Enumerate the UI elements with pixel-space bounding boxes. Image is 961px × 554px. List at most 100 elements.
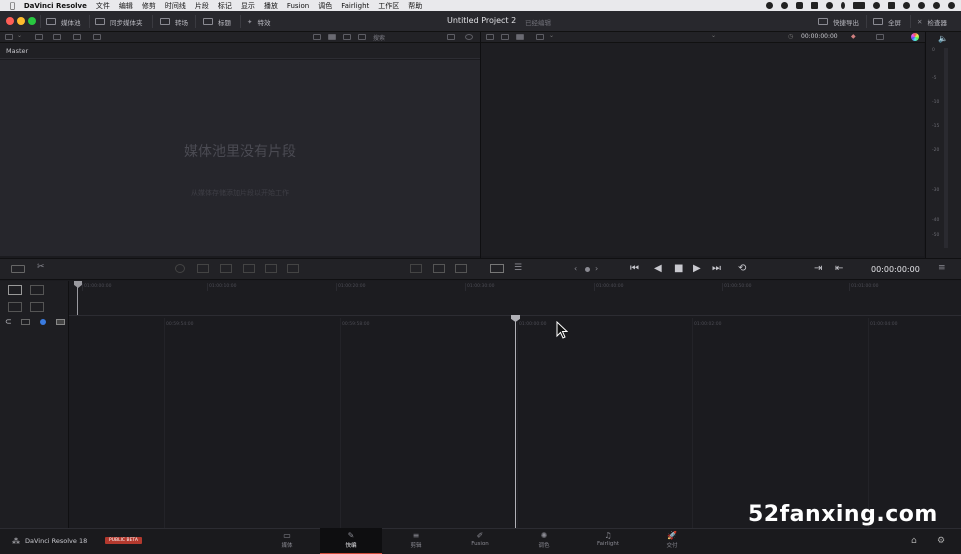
siri-icon[interactable] [948,2,955,9]
page-tab-5[interactable]: ♫ Fairlight [577,528,639,554]
chevron-left-icon[interactable]: ‹ [574,264,577,273]
sync-bin-button[interactable]: 同步媒体夹 [95,16,143,27]
position-lock-icon[interactable] [40,319,46,325]
viewer-timecode-top[interactable]: 00:00:00:00 [801,33,838,40]
timeline-view-icon[interactable] [410,264,422,273]
stop-icon[interactable]: ■ [674,263,683,274]
scissors-icon[interactable]: ✂ [37,262,45,272]
viewer-mode-icon[interactable] [501,34,509,40]
menu-playback[interactable]: 播放 [264,1,278,11]
menu-mark[interactable]: 标记 [218,1,232,11]
timeline-overview[interactable] [69,281,961,316]
menu-extra-icon[interactable] [826,2,833,9]
snap-icon[interactable]: ⊂ [5,317,12,326]
page-tab-4[interactable]: ✺ 调色 [513,528,575,554]
bin-header[interactable]: Master [0,43,480,59]
link-icon[interactable] [93,34,101,40]
battery-icon[interactable] [853,2,865,9]
menu-app-name[interactable]: DaVinci Resolve [24,2,87,10]
menu-icon[interactable]: ≡ [938,263,946,273]
color-icon[interactable]: ◆ [851,33,856,40]
search-label[interactable]: 搜索 [373,33,385,42]
effects-button[interactable]: ✦ 特效 [247,16,270,27]
flag-icon[interactable] [56,319,65,325]
panel-toggle-icon[interactable] [5,34,13,40]
viewer-timecode[interactable]: 00:00:00:00 [871,265,920,274]
menu-fairlight[interactable]: Fairlight [341,2,369,10]
timeline-tool-icon[interactable] [8,285,22,295]
color-wheel-icon[interactable] [911,33,919,41]
settings-sliders-icon[interactable]: ☰ [514,263,522,273]
quick-export-button[interactable]: 快捷导出 [818,16,859,27]
timeline-tool-icon[interactable] [30,285,44,295]
go-to-start-icon[interactable]: ⏮ [630,263,639,274]
transitions-button[interactable]: 转场 [160,16,188,27]
toolbar-icon[interactable] [11,265,25,273]
close-up-icon[interactable] [243,264,255,273]
timeline-tool-icon[interactable] [30,302,44,312]
strip-view-icon[interactable] [343,34,351,40]
menu-fusion[interactable]: Fusion [287,2,309,10]
ripple-overwrite-icon[interactable] [220,264,232,273]
grid-view-icon[interactable] [328,34,336,40]
page-tab-3[interactable]: ✐ Fusion [449,528,511,554]
bin-icon[interactable] [53,34,61,40]
dropdown-icon[interactable]: ⌄ [17,32,25,39]
import-icon[interactable] [35,34,43,40]
smart-insert-icon[interactable] [175,264,185,273]
spotlight-icon[interactable] [903,2,910,9]
audio-track-icon[interactable] [21,319,30,325]
page-tab-1[interactable]: ✎ 快编 [320,528,382,554]
wifi-icon[interactable] [873,2,880,9]
mark-out-icon[interactable]: ⇤ [835,263,843,274]
chevron-down-icon[interactable]: ⌄ [549,32,554,39]
metadata-view-icon[interactable] [358,34,366,40]
menu-file[interactable]: 文件 [96,1,110,11]
viewer-mode-icon[interactable] [516,34,524,40]
mark-in-icon[interactable]: ⇥ [814,263,822,274]
home-icon[interactable]: ⌂ [911,536,917,546]
place-on-top-icon[interactable] [265,264,277,273]
source-tape-icon[interactable] [490,264,504,273]
speaker-icon[interactable]: 🔈 [938,34,948,43]
menu-workspace[interactable]: 工作区 [378,1,399,11]
viewer-layout-icon[interactable] [536,34,544,40]
menu-extra-icon[interactable] [933,2,940,9]
page-tab-2[interactable]: ≡ 剪辑 [385,528,447,554]
menu-help[interactable]: 帮助 [408,1,422,11]
status-icon[interactable] [781,2,788,9]
fast-forward-icon[interactable]: ⏭ [712,263,721,274]
list-view-icon[interactable] [313,34,321,40]
adobe-icon[interactable] [811,2,818,9]
menu-clip[interactable]: 片段 [195,1,209,11]
play-icon[interactable]: ▶ [693,263,701,274]
zoom-button[interactable] [28,17,36,25]
cloud-icon[interactable] [796,2,803,9]
sort-icon[interactable] [447,34,455,40]
tag-icon[interactable] [73,34,81,40]
inspector-button[interactable]: ✕ 检查器 [917,16,947,27]
menu-color[interactable]: 调色 [318,1,332,11]
control-center-icon[interactable] [888,2,895,9]
page-tab-6[interactable]: 🚀 交付 [641,528,703,554]
timeline-tool-icon[interactable] [8,302,22,312]
page-tab-0[interactable]: ▭ 媒体 [256,528,318,554]
media-pool-button[interactable]: 媒体池 [46,16,81,27]
settings-icon[interactable] [876,34,884,40]
menu-view[interactable]: 显示 [241,1,255,11]
chevron-right-icon[interactable]: › [595,264,598,273]
source-overwrite-icon[interactable] [287,264,299,273]
viewer-panel[interactable] [481,43,924,256]
timeline-view-icon[interactable] [455,264,467,273]
minimize-button[interactable] [17,17,25,25]
search-icon[interactable] [465,34,473,40]
menu-timeline[interactable]: 时间线 [165,1,186,11]
gear-icon[interactable]: ⚙ [937,536,945,546]
jog-dot-icon[interactable] [585,267,590,272]
record-icon[interactable] [766,2,773,9]
fullscreen-button[interactable]: 全屏 [873,16,901,27]
loop-icon[interactable]: ⟲ [738,263,746,274]
close-button[interactable] [6,17,14,25]
user-icon[interactable] [918,2,925,9]
menu-edit[interactable]: 编辑 [119,1,133,11]
